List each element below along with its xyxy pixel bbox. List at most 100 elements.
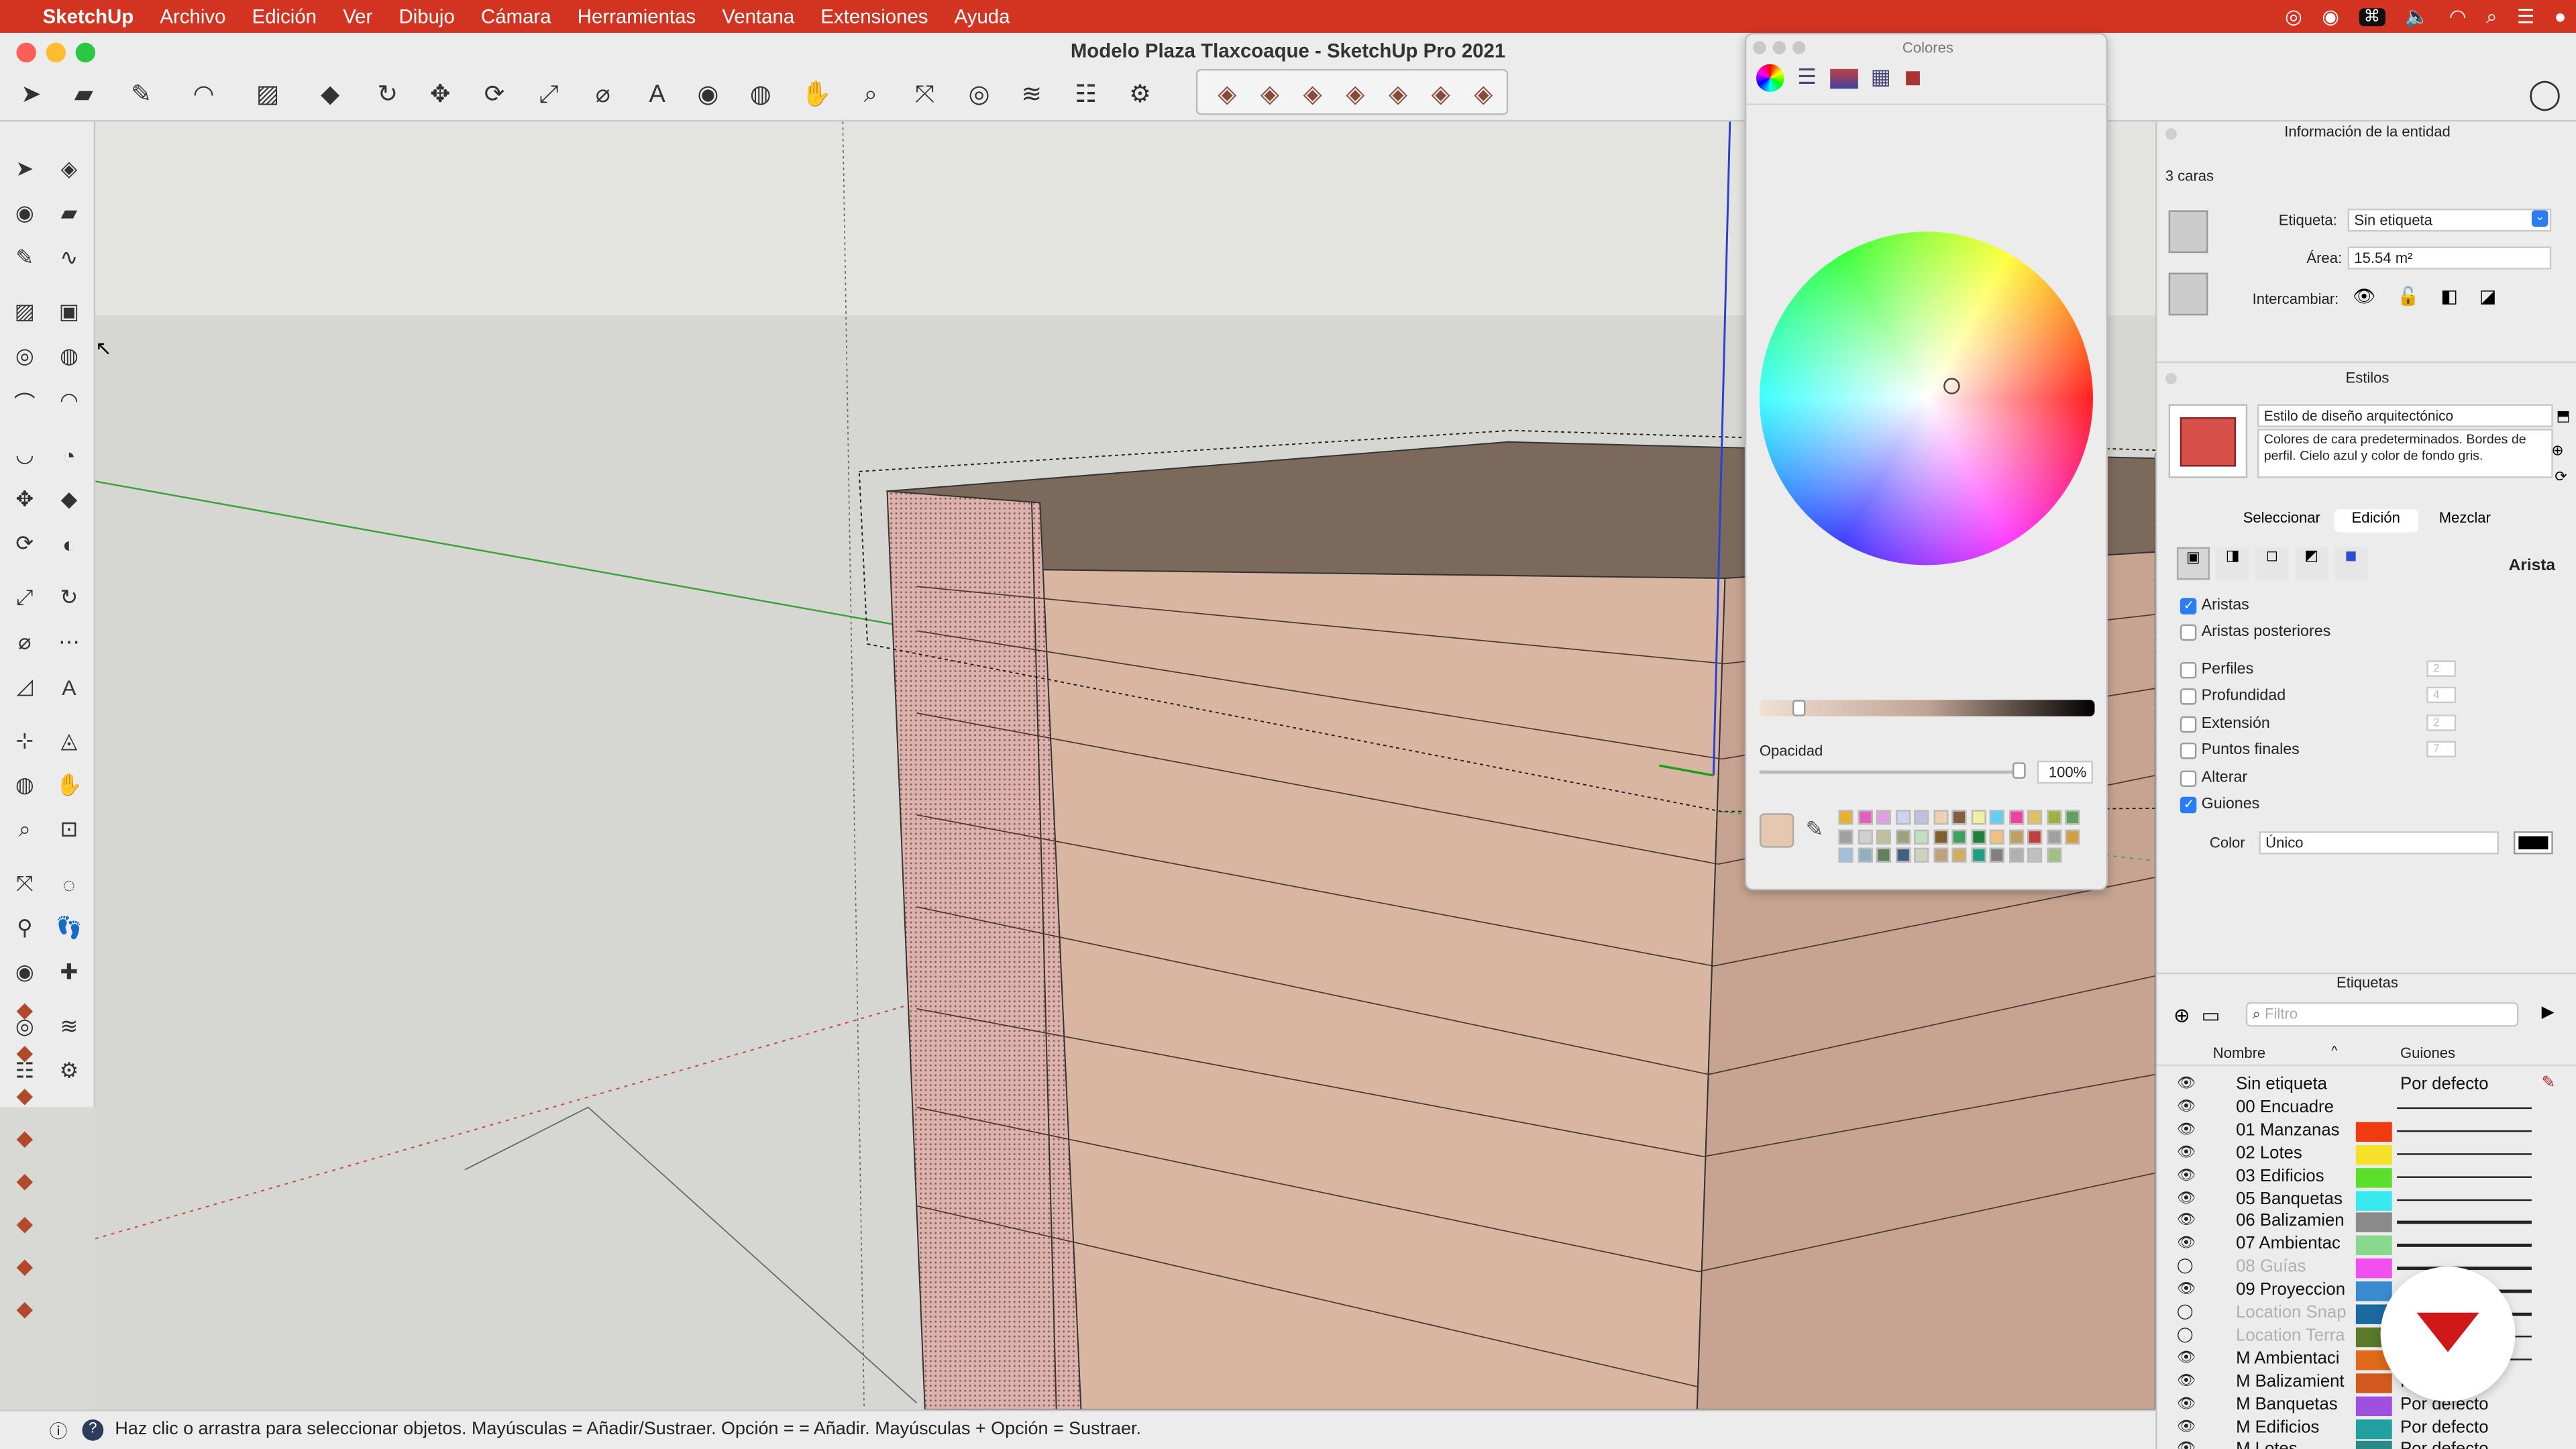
orbit-icon[interactable]: ◍ — [7, 767, 43, 804]
hidden-eye-icon[interactable]: ◯ — [2177, 1257, 2194, 1275]
tag-select[interactable]: Sin etiqueta — [2347, 209, 2552, 232]
pencil-icon[interactable]: ✎ — [7, 240, 43, 276]
color-wheel-tab-icon[interactable] — [1756, 64, 1784, 93]
palette-swatch[interactable] — [1838, 847, 1854, 863]
search-icon[interactable]: ⌕ — [2486, 4, 2497, 29]
tag-name[interactable]: Sin etiqueta — [2236, 1075, 2357, 1094]
menu-camara[interactable]: Cámara — [468, 5, 564, 28]
close-entity-panel-icon[interactable] — [2165, 128, 2177, 140]
palette-swatch[interactable] — [2008, 847, 2023, 863]
zoom-window-icon[interactable]: ⊡ — [51, 812, 87, 848]
walk-icon[interactable]: 👣 — [51, 910, 87, 947]
two-point-arc-icon[interactable]: ◠ — [51, 383, 87, 419]
polygon-icon[interactable]: ◍ — [51, 338, 87, 374]
visible-eye-icon[interactable]: 👁 — [2177, 1143, 2196, 1161]
push-pull-icon[interactable]: ◆ — [51, 482, 87, 518]
select-icon[interactable]: ➤ — [13, 76, 50, 112]
palette-swatch[interactable] — [1876, 810, 1891, 825]
select-icon[interactable]: ➤ — [7, 151, 43, 187]
visible-eye-icon[interactable]: 👁 — [2177, 1212, 2196, 1230]
tag-name[interactable]: 09 Proyeccion — [2236, 1280, 2357, 1299]
back-face-material-icon[interactable] — [2168, 272, 2208, 316]
opacity-slider[interactable] — [1759, 770, 2026, 774]
palette-swatch[interactable] — [1894, 847, 1910, 863]
brightness-slider[interactable] — [1759, 700, 2095, 716]
option-value[interactable]: 2 — [2426, 714, 2457, 731]
pan-icon[interactable]: ✋ — [51, 767, 87, 804]
lock-icon[interactable]: 🔓 — [2397, 286, 2420, 307]
palette-swatch[interactable] — [1838, 828, 1854, 844]
menu-ver[interactable]: Ver — [330, 5, 386, 28]
palette-swatch[interactable] — [2046, 810, 2061, 825]
face-settings-icon[interactable]: ◨ — [2216, 547, 2249, 580]
opacity-input[interactable]: 100% — [2037, 760, 2094, 784]
tag-color-swatch[interactable] — [2355, 1144, 2392, 1165]
sync-icon[interactable]: ◉ — [2322, 5, 2339, 28]
extension-manager-icon[interactable]: ⚙ — [1122, 76, 1159, 112]
pie-icon[interactable]: ◔ — [51, 437, 87, 473]
palette-swatch[interactable] — [2008, 810, 2023, 825]
tag-row[interactable]: 👁 M Lotes Por defecto — [2157, 1440, 2576, 1449]
option-value[interactable]: 4 — [2426, 686, 2457, 704]
tag-dash-style[interactable]: Por defecto — [2400, 1417, 2489, 1436]
background-settings-icon[interactable]: ◻ — [2255, 547, 2289, 580]
tag-row[interactable]: 👁 M Banquetas Por defecto — [2157, 1394, 2576, 1417]
style-name-field[interactable]: Estilo de diseño arquitectónico — [2257, 404, 2553, 427]
rotate-icon[interactable]: ⟳ — [476, 76, 513, 112]
tag-dash-line[interactable] — [2397, 1175, 2532, 1179]
pan-icon[interactable]: ✋ — [798, 76, 835, 112]
floating-brand-button[interactable] — [2380, 1267, 2516, 1401]
zoom-extents-icon[interactable]: ⤧ — [907, 76, 943, 112]
zoom-extents-icon[interactable]: ⤧ — [7, 866, 43, 902]
add-tag-folder-icon[interactable]: ▭ — [2202, 1004, 2220, 1026]
eraser-icon[interactable]: ▰ — [66, 76, 102, 112]
palette-swatch[interactable] — [1989, 828, 2004, 844]
menu-dibujo[interactable]: Dibujo — [386, 5, 468, 28]
visible-eye-icon[interactable]: 👁 — [2177, 1394, 2196, 1412]
tag-row[interactable]: 👁 05 Banquetas — [2157, 1189, 2576, 1212]
tag-row[interactable]: 👁 03 Edificios — [2157, 1166, 2576, 1189]
palette-swatch[interactable] — [1989, 810, 2004, 825]
flip-edge-icon[interactable]: ◈ — [1466, 76, 1502, 112]
palette-swatch[interactable] — [1894, 810, 1910, 825]
rotated-rectangle-icon[interactable]: ▣ — [51, 294, 87, 330]
palette-swatch[interactable] — [1857, 847, 1872, 863]
text-icon[interactable]: A — [639, 76, 676, 112]
image-palettes-tab-icon[interactable]: ▦ — [1871, 64, 1891, 93]
tag-dash-line[interactable] — [2397, 1152, 2532, 1156]
tag-name[interactable]: 07 Ambientac — [2236, 1234, 2357, 1254]
palette-swatch[interactable] — [1933, 847, 1948, 863]
extension-warehouse-icon[interactable]: ≋ — [51, 1009, 87, 1045]
col-name[interactable]: Nombre — [2213, 1045, 2265, 1061]
palette-swatch[interactable] — [1951, 810, 1967, 825]
circle-icon[interactable]: ◎ — [7, 338, 43, 374]
tag-name[interactable]: Location Snap — [2236, 1303, 2357, 1322]
sandbox-extra-icon[interactable]: ◆ — [7, 1248, 43, 1285]
checkbox-3[interactable] — [2180, 688, 2197, 705]
menu-ventana[interactable]: Ventana — [709, 5, 808, 28]
zoom-icon[interactable]: ⌕ — [7, 812, 43, 848]
tag-dash-style[interactable]: Por defecto — [2400, 1440, 2489, 1449]
color-palette-grid[interactable] — [1838, 810, 2084, 869]
checkbox-5[interactable] — [2180, 742, 2197, 759]
tag-dash-style[interactable]: Por defecto — [2400, 1075, 2489, 1094]
checkbox-7[interactable] — [2180, 796, 2197, 814]
style-thumbnail[interactable] — [2168, 404, 2248, 478]
palette-swatch[interactable] — [1857, 828, 1872, 844]
arc-icon[interactable]: ⌒ — [7, 383, 43, 419]
warehouse-icon[interactable]: ◎ — [961, 76, 998, 112]
geo-location-icon[interactable]: ⓘ — [49, 1417, 67, 1444]
color-sliders-tab-icon[interactable]: ☰ — [1797, 64, 1817, 93]
palette-swatch[interactable] — [1989, 847, 2004, 863]
freehand-icon[interactable]: ∿ — [51, 240, 87, 276]
close-styles-panel-icon[interactable] — [2165, 372, 2177, 385]
three-point-arc-icon[interactable]: ◡ — [7, 437, 43, 473]
sandbox-drape-icon[interactable]: ◆ — [7, 1120, 43, 1157]
cast-shadows-icon[interactable]: ◪ — [2479, 286, 2496, 307]
palette-swatch[interactable] — [1951, 847, 1967, 863]
volume-icon[interactable]: 🔈 — [2405, 5, 2430, 28]
tag-color-swatch[interactable] — [2355, 1258, 2392, 1279]
section-plane-icon[interactable]: ✚ — [51, 955, 87, 991]
option-value[interactable]: 2 — [2426, 660, 2457, 677]
position-camera-icon[interactable]: ⚲ — [7, 910, 43, 947]
